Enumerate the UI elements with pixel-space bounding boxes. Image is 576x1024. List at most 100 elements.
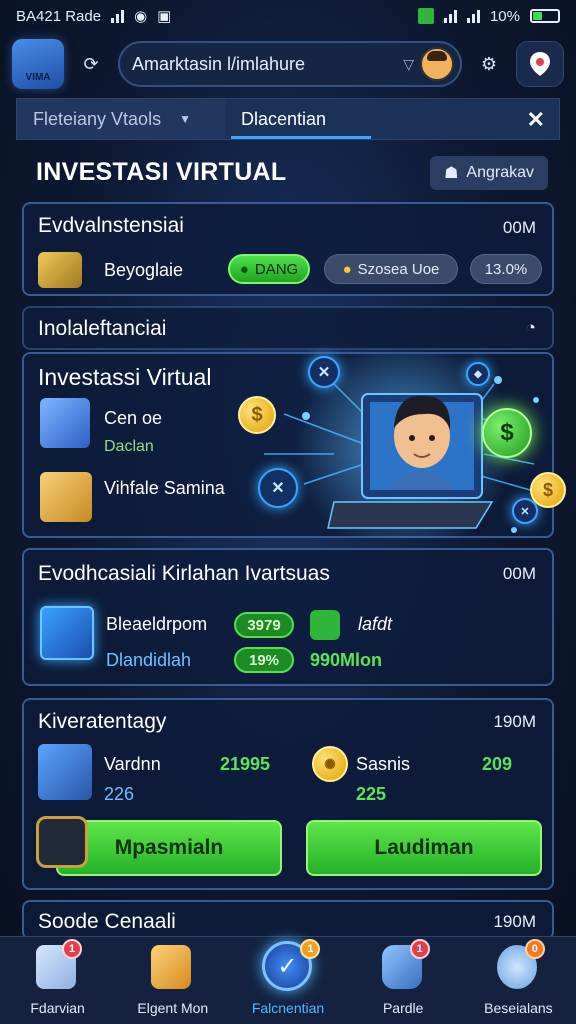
battery-percent: 10% [489, 7, 520, 25]
card-income: Evodhcasiali Kirlahan Ivartsuas 00M Blea… [22, 548, 554, 686]
nav-item-chat[interactable]: 0 Beseialans [461, 937, 576, 1024]
card-strategy-left-value: 21995 [220, 754, 271, 774]
coin-pill[interactable]: ● Szosea Uoe [324, 254, 458, 284]
tab-bar: Fleteiany Vtaols ▼ Dlacentian ✕ [16, 98, 560, 140]
refresh-small-icon[interactable]: ◔ [526, 318, 536, 338]
card-income-row1-value: 3979 [234, 612, 294, 638]
card-income-row1-label: Bleaeldrpom [106, 614, 208, 634]
chevron-down-icon[interactable]: ▽ [403, 56, 414, 73]
card-investment-item1-sub: Daclan [104, 438, 154, 455]
signal-icon [111, 9, 125, 23]
tab-first-label: Fleteiany Vtaols [33, 108, 162, 129]
card-partial-title: Soode Cenaali [38, 910, 176, 933]
folder-icon [40, 606, 94, 660]
status-left: BA421 Rade ◉ ▣ [16, 7, 172, 26]
box-icon [151, 945, 192, 989]
card-income-row2-label: Dlandidlah [106, 650, 192, 670]
card-investment-item1-label: Cen oe [104, 408, 163, 428]
avatar-icon[interactable] [420, 47, 454, 81]
nav-badge-home: 1 [62, 939, 82, 959]
logo-text: VIMA [25, 72, 51, 83]
page-title: INVESTASI VIRTUAL [36, 158, 287, 186]
secondary-action-label: Laudiman [374, 836, 474, 859]
blocks-icon [38, 744, 92, 800]
bottom-nav: 1 Fdarvian Elgent Mon ✓ 1 Falcnentian 1 … [0, 936, 576, 1024]
nav-item-box[interactable]: Elgent Mon [115, 937, 230, 1024]
battery-icon [530, 9, 560, 23]
card-income-title: Evodhcasiali Kirlahan Ivartsuas [38, 562, 330, 585]
app-notification-icon [417, 8, 434, 24]
nav-label-cup: Pardle [382, 1000, 424, 1016]
card-potential-title: Evdvalnstensiai [38, 214, 184, 237]
status-text: BA421 Rade [16, 7, 102, 25]
secondary-action-button[interactable]: Laudiman [306, 820, 542, 876]
card-strategy-meta: 190M [493, 712, 536, 731]
card-partial: Soode Cenaali 190M [22, 900, 554, 940]
user-icon: ☗ [444, 165, 459, 182]
tab-first[interactable]: Fleteiany Vtaols ▼ [17, 99, 225, 139]
cash-icon [310, 610, 340, 640]
notification-icon: ▣ [157, 8, 172, 25]
card-potential-item-label: Beyoglaie [104, 260, 184, 280]
nav-badge-chat: 0 [524, 939, 545, 959]
status-pill-green-label: DANG [254, 260, 299, 278]
nav-label-check: Falcnentian [251, 1000, 325, 1016]
tab-second-label: Dlacentian [241, 108, 327, 129]
card-potential: Evdvalnstensiai 00M Beyoglaie ● DANG ● S… [22, 202, 554, 296]
gear-icon[interactable]: ⚙ [472, 47, 506, 81]
card-investment: Investassi Virtual Cen oe Daclan Vihfale… [22, 352, 566, 538]
card-strategy: Kiveratentagy 190M Vardnn 21995 226 ✺ Sa… [22, 698, 554, 890]
search-field[interactable]: Amarktasin l/imlahure ▽ [118, 41, 462, 87]
green-dot-icon: ● [239, 260, 249, 278]
nav-badge-cup: 1 [409, 939, 430, 959]
card-potential-meta: 00M [502, 218, 536, 237]
nav-item-check[interactable]: ✓ 1 Falcnentian [230, 937, 345, 1024]
wifi-icon: ◉ [134, 8, 148, 25]
primary-action-button[interactable]: Mpasmialn [56, 820, 282, 876]
nav-badge-check: 1 [300, 939, 321, 959]
status-pill-green[interactable]: ● DANG [228, 254, 310, 284]
app-bar: VIMA ⟳ Amarktasin l/imlahure ▽ ⚙ [12, 38, 564, 90]
card-income-row1-right: lafdt [358, 614, 393, 634]
refresh-icon[interactable]: ⟳ [74, 47, 108, 81]
location-pin-icon[interactable] [516, 41, 564, 87]
close-icon[interactable]: ✕ [527, 107, 545, 133]
package-icon [40, 472, 92, 522]
percent-pill[interactable]: 13.0% [470, 254, 542, 284]
card-investment-item2-label: Vihfale Samina [104, 478, 225, 498]
card-strategy-left-label: Vardnn [104, 754, 161, 774]
cube-icon [40, 398, 90, 448]
app-logo[interactable]: VIMA [12, 39, 64, 89]
chevron-down-icon[interactable]: ▼ [179, 112, 191, 126]
node-small-icon: ◆ [466, 362, 490, 386]
signal-icon-3 [466, 9, 480, 23]
status-bar: BA421 Rade ◉ ▣ 10% [0, 0, 576, 32]
header-action-label: Angrakav [466, 164, 534, 181]
card-income-meta: 00M [502, 564, 536, 583]
tab-second[interactable]: Dlacentian ✕ [225, 99, 559, 139]
sun-gear-icon: ✺ [312, 746, 348, 782]
node-wrench-icon: ✕ [258, 468, 298, 508]
primary-action-label: Mpasmialn [114, 836, 224, 859]
status-right: 10% [417, 7, 560, 25]
card-income-row2-right: 990Mlon [310, 650, 383, 670]
coin-icon: ● [342, 260, 352, 278]
signal-icon-2 [443, 9, 457, 23]
nav-item-cup[interactable]: 1 Pardle [346, 937, 461, 1024]
section-row-title: Inolaleftanciai [38, 317, 167, 340]
card-income-row2-value: 19% [234, 647, 294, 673]
card-strategy-right-value: 209 [482, 754, 513, 774]
badge-icon [36, 816, 88, 868]
card-strategy-title: Kiveratentagy [38, 710, 167, 733]
coin-pill-label: Szosea Uoe [357, 260, 440, 278]
nav-item-home[interactable]: 1 Fdarvian [0, 937, 115, 1024]
card-strategy-right-label: Sasnis [356, 754, 411, 774]
header-action-button[interactable]: ☗ Angrakav [430, 156, 548, 190]
section-row[interactable]: Inolaleftanciai ◔ [22, 306, 554, 350]
card-strategy-right-sub: 225 [356, 784, 387, 804]
dollar-coin-icon: $ [482, 408, 532, 458]
node-tools-icon: ✕ [308, 356, 340, 388]
coin-icon: $ [238, 396, 276, 434]
nav-label-home: Fdarvian [30, 1000, 85, 1016]
card-partial-meta: 190M [493, 912, 536, 931]
